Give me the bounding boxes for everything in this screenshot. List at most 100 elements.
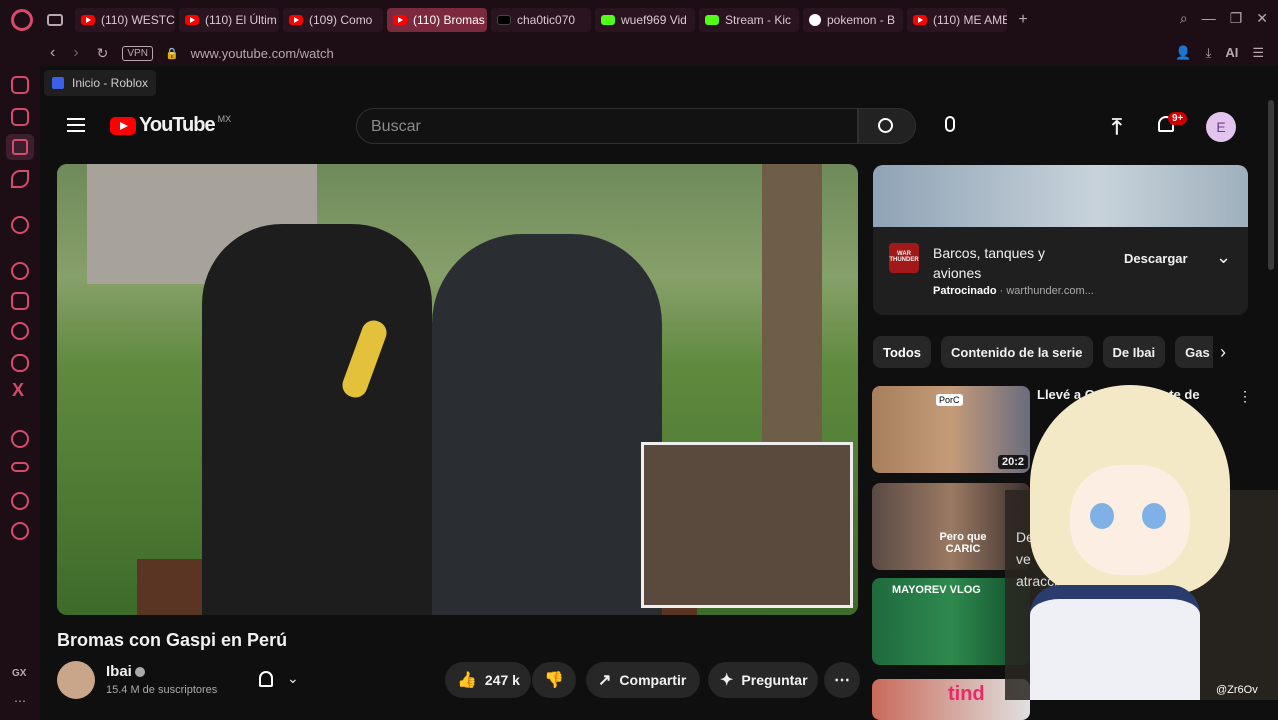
url-field[interactable]: www.youtube.com/watch [191, 46, 334, 61]
tab-8[interactable]: (110) ME AME [907, 8, 1007, 32]
tab-0[interactable]: (110) WESTC [75, 8, 175, 32]
filter-chips: Todos Contenido de la serie De Ibai Gas [873, 336, 1213, 368]
forward-icon[interactable]: › [73, 44, 78, 62]
tab-7[interactable]: pokemon - B [803, 8, 903, 32]
twitch-icon[interactable] [11, 292, 29, 310]
tab-label: (110) WESTC [101, 13, 175, 27]
bookmark-roblox[interactable]: Inicio - Roblox [44, 70, 157, 96]
player-icon[interactable] [11, 430, 29, 448]
person-left [202, 224, 432, 615]
voice-search-icon[interactable] [945, 116, 955, 132]
opera-sidebar: X GX ⋯ [0, 40, 40, 720]
maximize-icon[interactable]: ❐ [1230, 10, 1243, 27]
ad-sponsored-label: Patrocinado [933, 285, 997, 297]
chip-serie[interactable]: Contenido de la serie [941, 336, 1093, 368]
chip-gaspi[interactable]: Gas [1175, 336, 1213, 368]
battery-icon[interactable] [11, 462, 29, 472]
share-label: Compartir [619, 672, 687, 688]
ad-logo: WAR THUNDER [889, 243, 919, 273]
download-icon[interactable]: ⤓ [1206, 45, 1212, 61]
reader-icon[interactable] [6, 134, 34, 160]
kick-icon [705, 15, 719, 25]
suggestion-thumb[interactable]: PorC 20:2 [872, 386, 1030, 473]
ad-domain: warthunder.com... [1006, 285, 1094, 297]
youtube-header: YouTube MX Buscar ⤒ 9+ E [40, 100, 1278, 156]
video-player[interactable] [57, 164, 858, 615]
youtube-icon [289, 15, 303, 25]
like-button[interactable]: 👍 247 k [445, 662, 531, 698]
ad-card[interactable]: WAR THUNDER Barcos, tanques y aviones Pa… [873, 165, 1248, 315]
ad-sponsored: Patrocinado · warthunder.com... [933, 285, 1094, 297]
dislike-button[interactable]: 👎 [532, 662, 576, 698]
chips-next-icon[interactable]: › [1220, 342, 1226, 363]
more-actions-button[interactable]: ⋯ [824, 662, 860, 698]
tab-6[interactable]: Stream - Kic [699, 8, 799, 32]
thumb-label: PorC [936, 394, 963, 406]
overlay-watermark: @Zr6Ov [1216, 684, 1258, 696]
close-window-icon[interactable]: ✕ [1256, 10, 1268, 27]
x-icon[interactable]: X [12, 380, 24, 401]
page-scrollbar[interactable] [1268, 100, 1274, 270]
settings-icon[interactable] [11, 522, 29, 540]
youtube-icon [393, 15, 407, 25]
tab-4[interactable]: cha0tic070 [491, 8, 591, 32]
chip-ibai[interactable]: De Ibai [1102, 336, 1166, 368]
youtube-logo[interactable]: YouTube MX [110, 114, 231, 137]
profile-icon[interactable]: 👤 [1175, 45, 1191, 61]
tab-manager-icon[interactable] [47, 14, 63, 26]
vpn-badge[interactable]: VPN [122, 45, 153, 61]
ad-title: Barcos, tanques y aviones [933, 245, 1046, 281]
verified-icon [135, 667, 145, 677]
character-eye [1090, 503, 1114, 529]
youtube-play-icon [110, 116, 136, 135]
tab-1[interactable]: (110) El Últim [179, 8, 279, 32]
reload-icon[interactable]: ↻ [97, 45, 109, 62]
ask-button[interactable]: ✦ Preguntar [708, 662, 818, 698]
subscribe-bell-icon[interactable] [259, 671, 273, 687]
shopping-icon[interactable] [11, 76, 29, 94]
guide-menu-icon[interactable] [67, 118, 85, 132]
gaming-icon[interactable] [11, 108, 29, 126]
whatsapp-icon[interactable] [11, 322, 29, 340]
google-icon [809, 14, 821, 26]
search-icon [878, 118, 893, 133]
avatar[interactable]: E [1206, 112, 1236, 142]
share-button[interactable]: ↗ Compartir [586, 662, 700, 698]
notification-badge: 9+ [1168, 112, 1188, 125]
ad-cta-button[interactable]: Descargar [1124, 251, 1188, 266]
history-icon[interactable] [11, 492, 29, 510]
roblox-icon [52, 77, 64, 89]
more-icon[interactable]: ⋯ [14, 694, 26, 708]
back-icon[interactable]: ‹ [50, 44, 55, 62]
upload-icon[interactable]: ⤒ [1112, 114, 1122, 140]
speed-dial-icon[interactable] [11, 216, 29, 234]
channel-name[interactable]: Ibai [106, 663, 132, 680]
tab-label: (109) Como [309, 13, 373, 27]
gx-label[interactable]: GX [12, 668, 26, 679]
tab-2[interactable]: (109) Como [283, 8, 383, 32]
chip-todos[interactable]: Todos [873, 336, 932, 368]
discord-icon[interactable] [11, 354, 29, 372]
search-button[interactable] [858, 108, 916, 144]
tab-label: (110) Bromas con G [413, 13, 487, 27]
ai-button[interactable]: AI [1225, 45, 1238, 61]
character-uniform [1030, 585, 1200, 700]
ad-chevron-icon[interactable]: ⌄ [1216, 247, 1231, 268]
logo-text: YouTube [139, 114, 216, 136]
opera-logo-icon[interactable] [11, 9, 33, 31]
tab-label: cha0tic070 [517, 13, 576, 27]
channel-avatar[interactable] [57, 661, 95, 699]
minimize-icon[interactable]: — [1202, 10, 1216, 27]
subscriber-count: 15.4 M de suscriptores [106, 684, 218, 696]
bell-chevron-icon[interactable]: ⌄ [287, 670, 299, 687]
tab-3[interactable]: (110) Bromas con G [387, 8, 487, 32]
search-tabs-icon[interactable]: ⌕ [1180, 10, 1188, 27]
leaf-icon[interactable] [11, 170, 29, 188]
thumb-label: tind [948, 683, 985, 705]
person-right [432, 234, 662, 615]
tab-5[interactable]: wuef969 Vid [595, 8, 695, 32]
chatgpt-icon[interactable] [11, 262, 29, 280]
search-input[interactable]: Buscar [356, 108, 858, 144]
menu-icon[interactable]: ☰ [1252, 45, 1264, 61]
new-tab-button[interactable]: + [1015, 12, 1031, 28]
